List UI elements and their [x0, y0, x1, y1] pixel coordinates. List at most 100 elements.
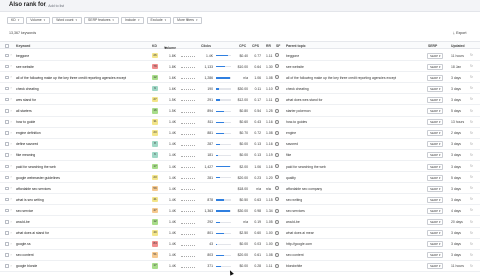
- serp-features-icon[interactable]: [275, 164, 279, 169]
- serp-dropdown[interactable]: SERP ▾: [427, 241, 444, 248]
- refresh-icon[interactable]: ↻: [470, 86, 473, 90]
- serp-dropdown[interactable]: SERP ▾: [427, 174, 444, 181]
- serp-features-icon[interactable]: [275, 230, 279, 235]
- filter-include[interactable]: Include ▼: [121, 17, 145, 24]
- refresh-icon[interactable]: ↻: [470, 264, 473, 268]
- row-checkbox[interactable]: [5, 208, 9, 213]
- expand-icon[interactable]: ›: [11, 231, 12, 235]
- parent-topic-link[interactable]: how-to guides: [286, 120, 307, 124]
- keyword-link[interactable]: google.ss: [16, 242, 31, 246]
- refresh-icon[interactable]: ↻: [470, 220, 473, 224]
- parent-topic-link[interactable]: all of the following make up the key thr…: [286, 76, 396, 80]
- row-checkbox[interactable]: [5, 231, 9, 235]
- filter-exclude[interactable]: Exclude ▼: [146, 17, 171, 24]
- keyword-link[interactable]: all starters: [16, 109, 32, 113]
- expand-icon[interactable]: ›: [11, 220, 12, 224]
- serp-features-icon[interactable]: [275, 197, 279, 202]
- col-clicks[interactable]: Clicks: [201, 44, 211, 48]
- serp-dropdown[interactable]: SERP ▾: [427, 152, 444, 159]
- keyword-link[interactable]: fike meaning: [16, 153, 35, 157]
- row-checkbox[interactable]: [5, 175, 9, 180]
- serp-features-icon[interactable]: [275, 130, 279, 135]
- row-checkbox[interactable]: [5, 97, 9, 102]
- serp-features-icon[interactable]: [275, 108, 279, 113]
- parent-topic-link[interactable]: blondwhite: [286, 264, 302, 268]
- refresh-icon[interactable]: ↻: [470, 164, 473, 168]
- serp-features-icon[interactable]: [275, 64, 279, 69]
- serp-features-icon[interactable]: [275, 97, 279, 102]
- row-checkbox[interactable]: [5, 64, 9, 69]
- expand-icon[interactable]: ›: [11, 164, 12, 168]
- keyword-link[interactable]: seo service: [16, 209, 33, 213]
- keyword-link[interactable]: beggone: [16, 54, 29, 58]
- refresh-icon[interactable]: ↻: [470, 97, 473, 101]
- keyword-link[interactable]: affordable seo services: [16, 187, 51, 191]
- refresh-icon[interactable]: ↻: [470, 120, 473, 124]
- parent-topic-link[interactable]: see website: [286, 65, 304, 69]
- row-checkbox[interactable]: [5, 242, 9, 246]
- col-serp[interactable]: SERP: [428, 44, 437, 48]
- serp-dropdown[interactable]: SERP ▾: [427, 263, 444, 270]
- parent-topic-link[interactable]: savored: [286, 142, 298, 146]
- expand-icon[interactable]: ›: [11, 264, 12, 268]
- parent-topic-link[interactable]: what does ai mean: [286, 231, 314, 235]
- add-to-list-button[interactable]: ☆Add to list: [44, 4, 64, 8]
- expand-icon[interactable]: ›: [11, 242, 12, 246]
- parent-topic-link[interactable]: check cheating: [286, 87, 309, 91]
- serp-features-icon[interactable]: [275, 264, 279, 269]
- col-kd[interactable]: KD: [152, 44, 157, 48]
- expand-icon[interactable]: ›: [11, 109, 12, 113]
- serp-dropdown[interactable]: SERP ▾: [427, 207, 444, 214]
- refresh-icon[interactable]: ↻: [470, 64, 473, 68]
- col-sf[interactable]: SF: [276, 44, 280, 48]
- serp-dropdown[interactable]: SERP ▾: [427, 230, 444, 237]
- keyword-link[interactable]: paid for searching the web: [16, 165, 56, 169]
- serp-dropdown[interactable]: SERP ▾: [427, 219, 444, 225]
- expand-icon[interactable]: ›: [11, 75, 12, 79]
- row-checkbox[interactable]: [5, 75, 9, 80]
- refresh-icon[interactable]: ↻: [470, 175, 473, 179]
- serp-features-icon[interactable]: [275, 75, 279, 80]
- filter-kd[interactable]: KD ▼: [7, 17, 24, 24]
- refresh-icon[interactable]: ↻: [470, 142, 473, 146]
- serp-dropdown[interactable]: SERP ▾: [427, 52, 444, 59]
- parent-topic-link[interactable]: seo services: [286, 209, 305, 213]
- row-checkbox[interactable]: [5, 220, 9, 224]
- serp-features-icon[interactable]: [275, 175, 279, 180]
- keyword-link[interactable]: engine definition: [16, 131, 41, 135]
- serp-dropdown[interactable]: SERP ▾: [427, 163, 444, 170]
- expand-icon[interactable]: ›: [11, 153, 12, 157]
- row-checkbox[interactable]: [5, 131, 9, 135]
- keyword-link[interactable]: all of the following make up the key thr…: [16, 76, 126, 80]
- row-checkbox[interactable]: [5, 253, 9, 257]
- refresh-icon[interactable]: ↻: [470, 253, 473, 257]
- serp-features-icon[interactable]: [275, 141, 279, 146]
- serp-features-icon[interactable]: [275, 153, 279, 158]
- serp-features-icon[interactable]: [275, 241, 279, 246]
- expand-icon[interactable]: ›: [11, 142, 12, 146]
- serp-dropdown[interactable]: SERP ▾: [427, 74, 444, 81]
- refresh-icon[interactable]: ↻: [470, 53, 473, 57]
- serp-dropdown[interactable]: SERP ▾: [427, 196, 444, 203]
- refresh-icon[interactable]: ↻: [470, 75, 473, 79]
- parent-topic-link[interactable]: affordable seo company: [286, 187, 322, 191]
- col-cpc[interactable]: CPC: [239, 44, 246, 48]
- parent-topic-link[interactable]: engine: [286, 131, 296, 135]
- expand-icon[interactable]: ›: [11, 86, 12, 90]
- expand-icon[interactable]: ›: [11, 97, 12, 101]
- serp-dropdown[interactable]: SERP ▾: [427, 119, 444, 126]
- row-checkbox[interactable]: [5, 197, 9, 202]
- parent-topic-link[interactable]: what does wes stand for: [286, 98, 323, 102]
- serp-features-icon[interactable]: [275, 252, 279, 257]
- row-checkbox[interactable]: [5, 53, 9, 57]
- filter-serp-features[interactable]: SERP features ▼: [84, 17, 119, 24]
- expand-icon[interactable]: ›: [11, 186, 12, 190]
- serp-features-icon[interactable]: [275, 86, 279, 91]
- row-checkbox[interactable]: [5, 120, 9, 124]
- row-checkbox[interactable]: [5, 164, 9, 168]
- serp-dropdown[interactable]: SERP ▾: [427, 185, 444, 192]
- export-button[interactable]: ⤓ Export: [453, 31, 466, 35]
- serp-dropdown[interactable]: SERP ▾: [427, 108, 444, 114]
- col-parent-topic[interactable]: Parent topic: [286, 44, 306, 48]
- keyword-link[interactable]: how to guide: [16, 120, 35, 124]
